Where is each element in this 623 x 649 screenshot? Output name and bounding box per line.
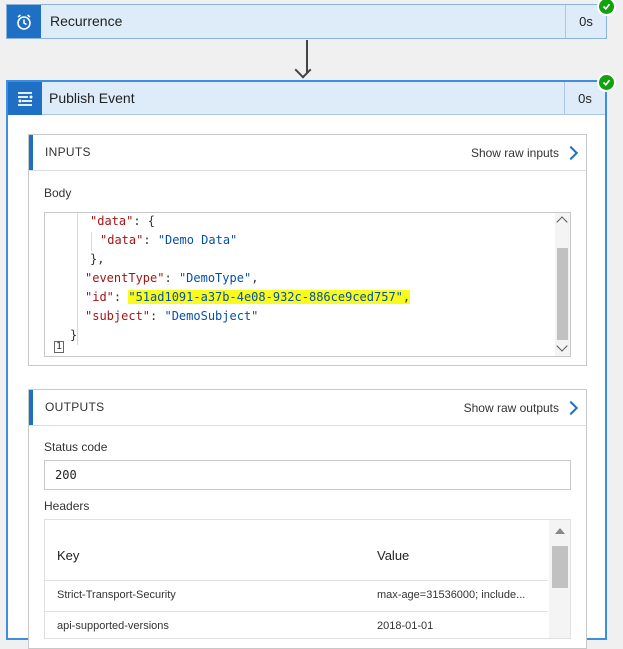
header-key: Strict-Transport-Security [57, 589, 176, 601]
inputs-section: INPUTS Show raw inputs Body "data": { "d… [28, 134, 587, 366]
highlighted-id-value: "51ad1091-a37b-4e08-932c-886ce9ced757" [128, 290, 403, 304]
column-header-value: Value [377, 548, 410, 563]
success-check-icon [597, 0, 616, 16]
status-code-value: 200 [44, 460, 571, 490]
success-check-icon [597, 73, 616, 92]
chevron-right-icon [563, 400, 579, 415]
show-raw-inputs-link[interactable]: Show raw inputs [471, 135, 579, 170]
inputs-header: INPUTS Show raw inputs [29, 135, 586, 171]
table-row: api-supported-versions 2018-01-01 [45, 611, 548, 638]
table-scrollbar[interactable] [549, 520, 570, 638]
code-line: "subject": "DemoSubject" [85, 309, 259, 323]
line-number: 1 [54, 341, 65, 353]
code-scrollbar[interactable] [555, 213, 570, 356]
alarm-clock-icon [7, 5, 41, 38]
scrollbar-thumb[interactable] [557, 248, 568, 340]
header-value: 2018-01-01 [377, 620, 434, 632]
headers-table: Key Value Strict-Transport-Security max-… [44, 519, 571, 639]
publish-event-card: Publish Event 0s INPUTS Show raw inputs … [6, 80, 607, 649]
body-code-viewer[interactable]: "data": { "data": "Demo Data" }, "eventT… [44, 212, 571, 357]
headers-label: Headers [44, 499, 90, 513]
show-raw-outputs-link[interactable]: Show raw outputs [464, 390, 579, 425]
code-line: "data": "Demo Data" [100, 233, 238, 247]
chevron-right-icon [563, 145, 579, 160]
event-grid-icon [8, 82, 42, 115]
chevron-up-icon[interactable] [556, 216, 568, 228]
code-line: "data": { [90, 214, 156, 228]
recurrence-title: Recurrence [50, 13, 123, 29]
outputs-heading: OUTPUTS [45, 400, 105, 414]
body-label: Body [44, 186, 72, 200]
arrow-down-icon [294, 61, 312, 79]
column-header-key: Key [57, 548, 80, 563]
code-line: "eventType": "DemoType", [85, 271, 259, 285]
publish-event-header[interactable]: Publish Event 0s [8, 82, 605, 115]
code-line: "id": "51ad1091-a37b-4e08-932c-886ce9ced… [85, 290, 411, 304]
chevron-down-icon[interactable] [556, 340, 568, 352]
outputs-section: OUTPUTS Show raw outputs Status code 200… [28, 389, 587, 649]
recurrence-step[interactable]: Recurrence 0s [6, 4, 607, 39]
scrollbar-thumb[interactable] [552, 546, 568, 588]
table-row: Strict-Transport-Security max-age=315360… [45, 580, 548, 612]
outputs-header: OUTPUTS Show raw outputs [29, 390, 586, 426]
status-code-label: Status code [44, 440, 108, 454]
caret-up-icon[interactable] [555, 528, 565, 534]
code-line: }, [90, 252, 105, 266]
header-key: api-supported-versions [57, 620, 169, 632]
inputs-heading: INPUTS [45, 145, 91, 159]
code-line: } [70, 328, 78, 342]
publish-event-title: Publish Event [49, 90, 135, 106]
header-value: max-age=31536000; include... [377, 589, 526, 601]
